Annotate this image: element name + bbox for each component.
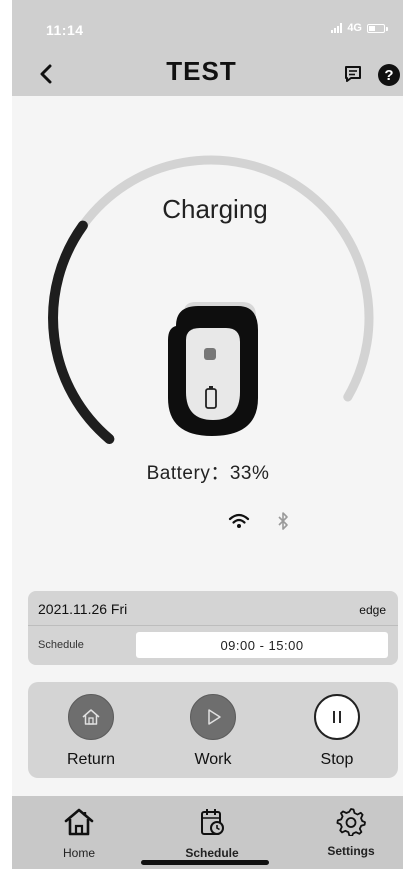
stop-label: Stop: [320, 751, 354, 768]
battery-gauge: [48, 155, 374, 444]
battery-label: Battery：: [146, 463, 230, 484]
wifi-icon: [228, 513, 250, 528]
calendar-clock-icon: [201, 809, 224, 835]
card-divider: [28, 625, 398, 626]
bottom-tab-bar: Home Schedule Settings: [12, 796, 403, 869]
schedule-time-field[interactable]: 09:00 - 15:00: [136, 632, 388, 658]
mode-label: edge: [359, 603, 386, 617]
bluetooth-icon: [278, 512, 288, 530]
tab-home[interactable]: Home: [34, 806, 124, 860]
gauge-fill: [48, 220, 115, 444]
gear-icon: [336, 808, 366, 837]
tab-settings-label: Settings: [327, 844, 375, 858]
pause-icon: [333, 711, 341, 723]
return-circle: [68, 694, 114, 740]
date-label: 2021.11.26 Fri: [38, 601, 128, 617]
device-state: Charging: [162, 194, 268, 224]
app-screen: 11:14 4G TEST ? Charging Battery：33% 202…: [0, 0, 403, 869]
stop-circle: [314, 694, 360, 740]
home-icon: [82, 709, 100, 725]
tab-schedule-label: Schedule: [185, 846, 239, 860]
info-card: 2021.11.26 Fri edge Schedule 09:00 - 15:…: [28, 591, 398, 665]
home-indicator: [141, 860, 269, 865]
return-button[interactable]: Return: [46, 694, 136, 769]
control-panel: Return Work Stop: [28, 682, 398, 778]
tab-schedule[interactable]: Schedule: [167, 806, 257, 860]
work-button[interactable]: Work: [168, 694, 258, 769]
tab-home-label: Home: [62, 846, 95, 860]
battery-readout: Battery：33%: [0, 458, 403, 485]
work-circle: [190, 694, 236, 740]
play-icon: [208, 709, 221, 725]
home-icon: [64, 808, 94, 836]
schedule-label: Schedule: [38, 639, 84, 651]
return-label: Return: [66, 751, 116, 768]
mower-illustration: [168, 302, 258, 436]
tab-settings[interactable]: Settings: [306, 806, 396, 858]
stop-button[interactable]: Stop: [292, 694, 382, 769]
work-label: Work: [194, 751, 232, 768]
battery-value: 33%: [229, 463, 270, 484]
